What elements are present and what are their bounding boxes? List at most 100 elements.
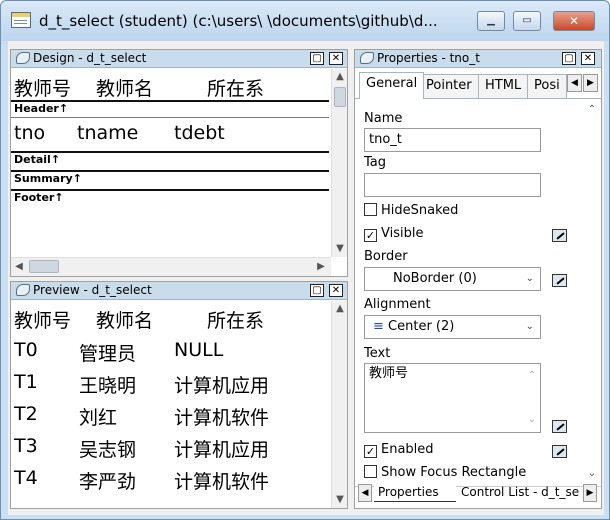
column-header-tdebt: 所在系 [207, 310, 265, 332]
painter-icon [360, 52, 374, 64]
bottom-tab-control-list[interactable]: Control List - d_t_se [457, 484, 581, 502]
table-cell: 计算机软件 [174, 471, 270, 493]
scroll-left-arrow[interactable]: ◀ [11, 259, 27, 275]
preview-panel-title[interactable]: Preview - d_t_select ▢ ✕ [11, 282, 347, 300]
text-label: Text [364, 346, 391, 361]
preview-vertical-scrollbar[interactable]: ▲ ▼ [331, 301, 347, 508]
design-horizontal-scrollbar[interactable]: ◀ ▶ [11, 257, 331, 276]
tab-html[interactable]: HTML [478, 74, 529, 98]
detail-field-tdebt[interactable]: tdebt [174, 122, 225, 144]
table-cell: 吴志钢 [79, 439, 137, 461]
scroll-down-arrow[interactable]: ▼ [332, 492, 347, 508]
table-cell: 计算机应用 [174, 439, 270, 461]
hidesnaked-checkbox[interactable]: HideSnaked [364, 203, 458, 218]
table-cell: T3 [14, 435, 38, 457]
header-label-tname[interactable]: 教师名 [96, 74, 153, 101]
scroll-down-arrow[interactable]: ⌄ [583, 466, 601, 482]
table-cell: T0 [14, 339, 38, 361]
tag-label: Tag [364, 155, 387, 170]
tab-scroll-left-icon[interactable]: ◀ [567, 74, 582, 92]
maximize-button[interactable]: ▭ [513, 11, 541, 31]
column-header-tno: 教师号 [14, 310, 72, 332]
tab-pointer[interactable]: Pointer [419, 74, 479, 98]
bottom-tab-properties[interactable]: Properties [374, 484, 456, 502]
bottom-tab-scroll-right-icon[interactable]: ▶ [583, 484, 597, 502]
design-maximize-button[interactable]: ▢ [310, 52, 324, 65]
summary-band-label: Summary↑ [14, 172, 82, 185]
alignment-dropdown[interactable]: ≡ Center (2) ⌄ [364, 315, 541, 339]
design-close-button[interactable]: ✕ [329, 52, 343, 65]
design-panel-title[interactable]: Design - d_t_select ▢ ✕ [11, 50, 347, 68]
close-button[interactable]: ✕ [553, 11, 595, 31]
header-band-label: Header↑ [14, 102, 69, 115]
align-center-icon: ≡ [373, 319, 384, 334]
checkbox-box[interactable] [364, 465, 377, 478]
border-label: Border [364, 249, 408, 264]
minimize-button[interactable]: ▁ [477, 11, 505, 31]
title-bar: d_t_select (student) (c:\users\ \documen… [1, 1, 609, 41]
tab-scroll-right-icon[interactable]: ▶ [583, 74, 598, 92]
table-cell: 计算机软件 [174, 407, 270, 429]
painter-icon [16, 284, 30, 296]
checkbox-box[interactable]: ✓ [364, 445, 377, 458]
window-title: d_t_select (student) (c:\users\ \documen… [39, 12, 438, 30]
horizontal-scroll-thumb[interactable] [29, 260, 59, 273]
app-icon [11, 12, 31, 28]
table-cell: NULL [174, 339, 224, 361]
table-cell: 刘红 [79, 407, 118, 429]
tab-general[interactable]: General [359, 72, 425, 99]
scroll-thumb[interactable] [334, 87, 346, 107]
tab-position[interactable]: Posi [527, 74, 567, 98]
footer-band-label: Footer↑ [14, 191, 64, 204]
preview-close-button[interactable]: ✕ [329, 284, 343, 297]
table-cell: T4 [14, 467, 38, 489]
properties-maximize-button[interactable]: ▢ [562, 52, 576, 65]
tag-input[interactable] [364, 173, 541, 197]
properties-panel[interactable]: Properties - tno_t ▢ ✕ General Pointer H… [354, 49, 602, 509]
border-dropdown[interactable]: NoBorder (0) ⌄ [364, 267, 541, 291]
visible-expression-button[interactable] [552, 229, 567, 242]
enabled-checkbox[interactable]: ✓ Enabled [364, 442, 434, 458]
visible-checkbox[interactable]: ✓ Visible [364, 226, 423, 242]
table-cell: 计算机应用 [174, 375, 270, 397]
preview-panel[interactable]: Preview - d_t_select ▢ ✕ 教师号 教师名 所在系 T0 … [10, 281, 348, 509]
border-expression-button[interactable] [552, 274, 567, 287]
table-cell: T1 [14, 371, 38, 393]
chevron-down-icon: ⌄ [525, 273, 534, 284]
scroll-up-arrow[interactable]: ⌃ [583, 102, 601, 118]
checkbox-box[interactable]: ✓ [364, 229, 377, 242]
table-cell: 管理员 [79, 343, 137, 365]
properties-close-button[interactable]: ✕ [581, 52, 595, 65]
text-textarea[interactable]: 教师号 ⌃ ⌄ [364, 363, 541, 433]
header-label-tno[interactable]: 教师号 [14, 74, 71, 101]
painter-icon [16, 52, 30, 64]
design-vertical-scrollbar[interactable]: ▲ ▼ [331, 69, 347, 257]
bottom-tab-scroll-left-icon[interactable]: ◀ [358, 484, 372, 502]
chevron-down-icon: ⌄ [525, 321, 534, 332]
checkbox-box[interactable] [364, 203, 377, 216]
text-expression-button[interactable] [552, 420, 567, 433]
detail-band-label: Detail↑ [14, 153, 61, 166]
design-panel[interactable]: Design - d_t_select ▢ ✕ 教师号 教师名 所在系 Head… [10, 49, 348, 277]
detail-field-tname[interactable]: tname [77, 122, 138, 144]
scroll-down-arrow[interactable]: ▼ [332, 241, 347, 257]
scroll-right-arrow[interactable]: ▶ [313, 259, 329, 275]
column-header-tname: 教师名 [96, 310, 154, 332]
enabled-expression-button[interactable] [552, 445, 567, 458]
table-cell: 王晓明 [79, 375, 137, 397]
textarea-scroll-down-icon: ⌄ [527, 414, 536, 425]
show-focus-rectangle-checkbox[interactable]: Show Focus Rectangle [364, 465, 526, 480]
properties-vertical-scrollbar[interactable]: ⌃ ⌄ [583, 102, 601, 482]
properties-panel-title[interactable]: Properties - tno_t ▢ ✕ [355, 50, 601, 68]
detail-field-tno[interactable]: tno [14, 122, 45, 144]
scroll-up-arrow[interactable]: ▲ [332, 69, 347, 85]
alignment-label: Alignment [364, 297, 431, 312]
app-window: d_t_select (student) (c:\users\ \documen… [0, 0, 610, 520]
workspace: Design - d_t_select ▢ ✕ 教师号 教师名 所在系 Head… [8, 41, 604, 515]
textarea-scroll-up-icon: ⌃ [527, 370, 536, 381]
name-input[interactable]: tno_t [364, 128, 541, 152]
header-label-tdebt[interactable]: 所在系 [207, 74, 264, 101]
preview-maximize-button[interactable]: ▢ [310, 284, 324, 297]
band-divider [11, 117, 329, 118]
scroll-up-arrow[interactable]: ▲ [332, 301, 347, 317]
